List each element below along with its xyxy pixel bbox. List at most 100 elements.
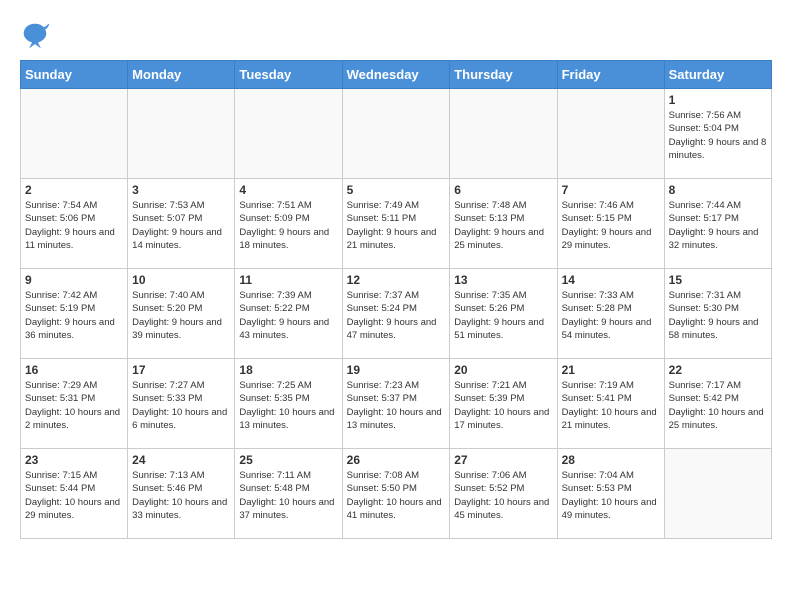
day-info: Sunrise: 7:48 AM Sunset: 5:13 PM Dayligh… — [454, 199, 552, 252]
day-info: Sunrise: 7:31 AM Sunset: 5:30 PM Dayligh… — [669, 289, 767, 342]
day-number: 14 — [562, 273, 660, 287]
calendar-day-cell: 27 Sunrise: 7:06 AM Sunset: 5:52 PM Dayli… — [450, 449, 557, 539]
day-info: Sunrise: 7:51 AM Sunset: 5:09 PM Dayligh… — [239, 199, 337, 252]
calendar-day-cell: 28Sunrise: 7:04 AM Sunset: 5:53 PM Dayli… — [557, 449, 664, 539]
calendar-week-row: 2Sunrise: 7:54 AM Sunset: 5:06 PM Daylig… — [21, 179, 772, 269]
day-number: 26 — [347, 453, 446, 467]
calendar-table: SundayMondayTuesdayWednesdayThursdayFrid… — [20, 60, 772, 539]
calendar-week-row: 16 Sunrise: 7:29 AM Sunset: 5:31 PM Dayli… — [21, 359, 772, 449]
day-number: 9 — [25, 273, 123, 287]
calendar-day-cell: 18 Sunrise: 7:25 AM Sunset: 5:35 PM Dayli… — [235, 359, 342, 449]
day-number: 24 — [132, 453, 230, 467]
day-info: Sunrise: 7:33 AM Sunset: 5:28 PM Dayligh… — [562, 289, 660, 342]
day-info: Sunrise: 7:21 AM Sunset: 5:39 PM Dayligh… — [454, 379, 552, 432]
day-number: 10 — [132, 273, 230, 287]
day-number: 27 — [454, 453, 552, 467]
day-of-week-header: Wednesday — [342, 61, 450, 89]
calendar-day-cell — [21, 89, 128, 179]
day-of-week-header: Saturday — [664, 61, 771, 89]
day-number: 19 — [347, 363, 446, 377]
calendar-day-cell: 13 Sunrise: 7:35 AM Sunset: 5:26 PM Dayli… — [450, 269, 557, 359]
day-number: 22 — [669, 363, 767, 377]
day-info: Sunrise: 7:11 AM Sunset: 5:48 PM Dayligh… — [239, 469, 337, 522]
day-info: Sunrise: 7:35 AM Sunset: 5:26 PM Dayligh… — [454, 289, 552, 342]
page-container: SundayMondayTuesdayWednesdayThursdayFrid… — [20, 20, 772, 539]
day-number: 1 — [669, 93, 767, 107]
day-number: 12 — [347, 273, 446, 287]
day-number: 16 — [25, 363, 123, 377]
day-info: Sunrise: 7:56 AM Sunset: 5:04 PM Dayligh… — [669, 109, 767, 162]
calendar-day-cell: 11 Sunrise: 7:39 AM Sunset: 5:22 PM Dayli… — [235, 269, 342, 359]
calendar-day-cell — [342, 89, 450, 179]
calendar-day-cell — [235, 89, 342, 179]
day-number: 25 — [239, 453, 337, 467]
day-info: Sunrise: 7:42 AM Sunset: 5:19 PM Dayligh… — [25, 289, 123, 342]
calendar-day-cell: 3Sunrise: 7:53 AM Sunset: 5:07 PM Daylig… — [128, 179, 235, 269]
calendar-day-cell: 21 Sunrise: 7:19 AM Sunset: 5:41 PM Dayli… — [557, 359, 664, 449]
day-number: 15 — [669, 273, 767, 287]
calendar-day-cell: 23Sunrise: 7:15 AM Sunset: 5:44 PM Dayli… — [21, 449, 128, 539]
logo-icon — [20, 20, 50, 50]
page-header — [20, 20, 772, 50]
calendar-header-row: SundayMondayTuesdayWednesdayThursdayFrid… — [21, 61, 772, 89]
day-number: 5 — [347, 183, 446, 197]
calendar-day-cell: 17 Sunrise: 7:27 AM Sunset: 5:33 PM Dayli… — [128, 359, 235, 449]
day-number: 7 — [562, 183, 660, 197]
day-info: Sunrise: 7:17 AM Sunset: 5:42 PM Dayligh… — [669, 379, 767, 432]
day-info: Sunrise: 7:15 AM Sunset: 5:44 PM Dayligh… — [25, 469, 123, 522]
calendar-day-cell: 22 Sunrise: 7:17 AM Sunset: 5:42 PM Dayli… — [664, 359, 771, 449]
day-info: Sunrise: 7:44 AM Sunset: 5:17 PM Dayligh… — [669, 199, 767, 252]
logo — [20, 20, 54, 50]
day-info: Sunrise: 7:49 AM Sunset: 5:11 PM Dayligh… — [347, 199, 446, 252]
calendar-day-cell — [128, 89, 235, 179]
calendar-day-cell — [664, 449, 771, 539]
calendar-day-cell: 24 Sunrise: 7:13 AM Sunset: 5:46 PM Dayli… — [128, 449, 235, 539]
day-number: 21 — [562, 363, 660, 377]
day-number: 17 — [132, 363, 230, 377]
calendar-day-cell: 6 Sunrise: 7:48 AM Sunset: 5:13 PM Daylig… — [450, 179, 557, 269]
day-info: Sunrise: 7:54 AM Sunset: 5:06 PM Dayligh… — [25, 199, 123, 252]
day-info: Sunrise: 7:06 AM Sunset: 5:52 PM Dayligh… — [454, 469, 552, 522]
calendar-day-cell — [450, 89, 557, 179]
day-info: Sunrise: 7:19 AM Sunset: 5:41 PM Dayligh… — [562, 379, 660, 432]
day-info: Sunrise: 7:08 AM Sunset: 5:50 PM Dayligh… — [347, 469, 446, 522]
day-of-week-header: Sunday — [21, 61, 128, 89]
day-info: Sunrise: 7:53 AM Sunset: 5:07 PM Dayligh… — [132, 199, 230, 252]
day-info: Sunrise: 7:23 AM Sunset: 5:37 PM Dayligh… — [347, 379, 446, 432]
calendar-day-cell — [557, 89, 664, 179]
calendar-day-cell: 14 Sunrise: 7:33 AM Sunset: 5:28 PM Dayli… — [557, 269, 664, 359]
calendar-day-cell: 5 Sunrise: 7:49 AM Sunset: 5:11 PM Daylig… — [342, 179, 450, 269]
calendar-day-cell: 4 Sunrise: 7:51 AM Sunset: 5:09 PM Daylig… — [235, 179, 342, 269]
calendar-day-cell: 26 Sunrise: 7:08 AM Sunset: 5:50 PM Dayli… — [342, 449, 450, 539]
day-number: 20 — [454, 363, 552, 377]
day-of-week-header: Friday — [557, 61, 664, 89]
day-info: Sunrise: 7:29 AM Sunset: 5:31 PM Dayligh… — [25, 379, 123, 432]
day-number: 13 — [454, 273, 552, 287]
calendar-day-cell: 16 Sunrise: 7:29 AM Sunset: 5:31 PM Dayli… — [21, 359, 128, 449]
calendar-week-row: 23Sunrise: 7:15 AM Sunset: 5:44 PM Dayli… — [21, 449, 772, 539]
calendar-day-cell: 2Sunrise: 7:54 AM Sunset: 5:06 PM Daylig… — [21, 179, 128, 269]
calendar-week-row: 1 Sunrise: 7:56 AM Sunset: 5:04 PM Daylig… — [21, 89, 772, 179]
day-number: 11 — [239, 273, 337, 287]
day-info: Sunrise: 7:46 AM Sunset: 5:15 PM Dayligh… — [562, 199, 660, 252]
calendar-day-cell: 19 Sunrise: 7:23 AM Sunset: 5:37 PM Dayli… — [342, 359, 450, 449]
day-number: 28 — [562, 453, 660, 467]
calendar-day-cell: 1 Sunrise: 7:56 AM Sunset: 5:04 PM Daylig… — [664, 89, 771, 179]
day-number: 6 — [454, 183, 552, 197]
calendar-week-row: 9 Sunrise: 7:42 AM Sunset: 5:19 PM Daylig… — [21, 269, 772, 359]
calendar-day-cell: 10 Sunrise: 7:40 AM Sunset: 5:20 PM Dayli… — [128, 269, 235, 359]
day-info: Sunrise: 7:27 AM Sunset: 5:33 PM Dayligh… — [132, 379, 230, 432]
calendar-day-cell: 9 Sunrise: 7:42 AM Sunset: 5:19 PM Daylig… — [21, 269, 128, 359]
day-info: Sunrise: 7:37 AM Sunset: 5:24 PM Dayligh… — [347, 289, 446, 342]
day-number: 18 — [239, 363, 337, 377]
calendar-day-cell: 15 Sunrise: 7:31 AM Sunset: 5:30 PM Dayli… — [664, 269, 771, 359]
calendar-day-cell: 7 Sunrise: 7:46 AM Sunset: 5:15 PM Daylig… — [557, 179, 664, 269]
day-info: Sunrise: 7:39 AM Sunset: 5:22 PM Dayligh… — [239, 289, 337, 342]
day-number: 4 — [239, 183, 337, 197]
day-info: Sunrise: 7:25 AM Sunset: 5:35 PM Dayligh… — [239, 379, 337, 432]
day-of-week-header: Tuesday — [235, 61, 342, 89]
calendar-day-cell: 12 Sunrise: 7:37 AM Sunset: 5:24 PM Dayli… — [342, 269, 450, 359]
day-info: Sunrise: 7:40 AM Sunset: 5:20 PM Dayligh… — [132, 289, 230, 342]
day-info: Sunrise: 7:13 AM Sunset: 5:46 PM Dayligh… — [132, 469, 230, 522]
day-number: 8 — [669, 183, 767, 197]
